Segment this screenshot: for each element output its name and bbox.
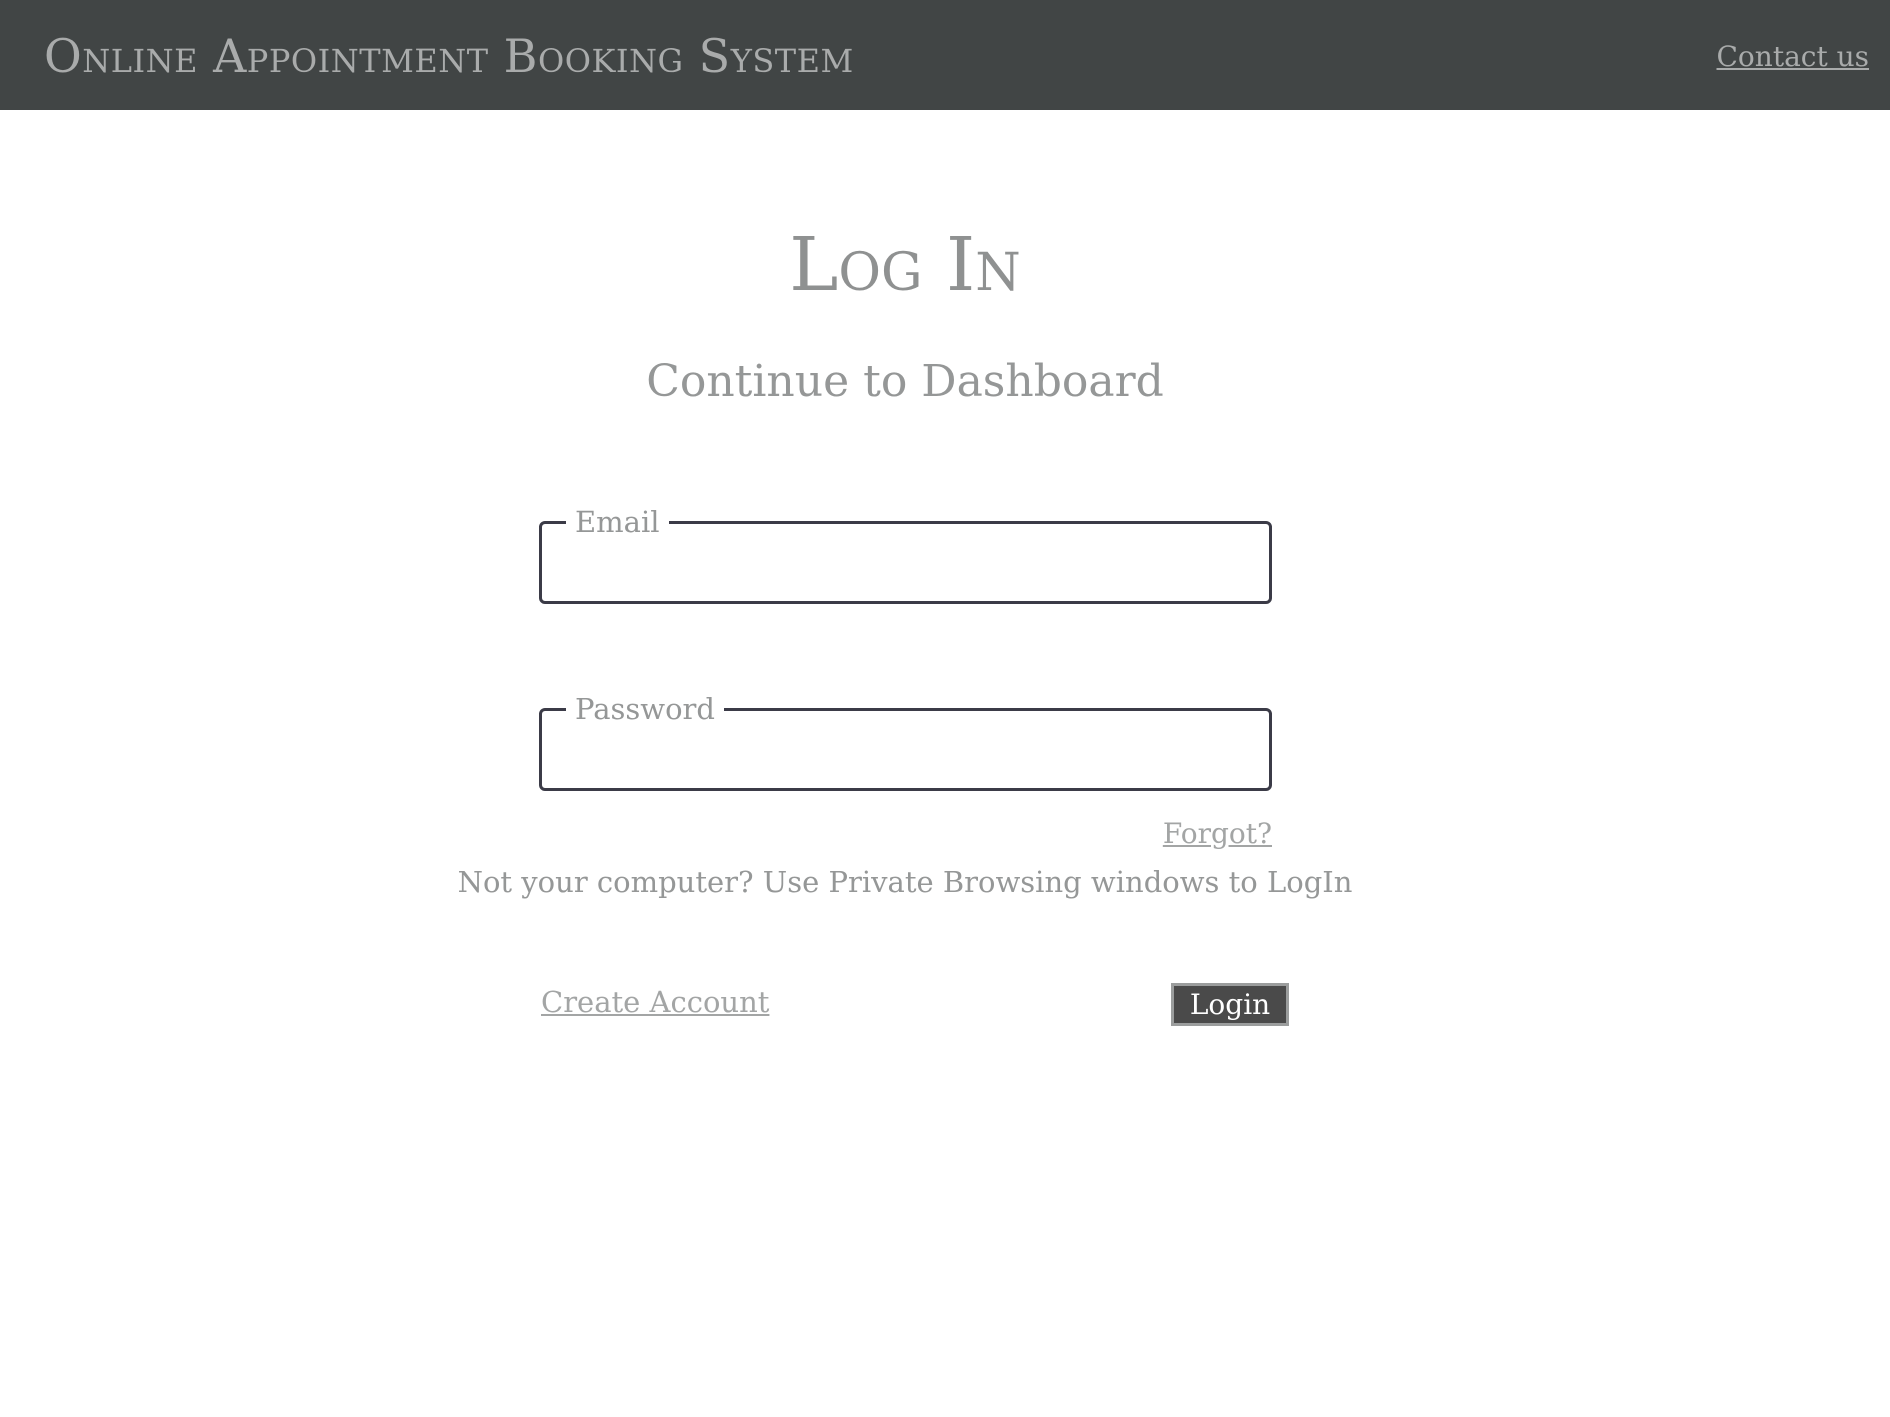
create-account-link[interactable]: Create Account xyxy=(541,984,769,1020)
page-subtitle: Continue to Dashboard xyxy=(646,356,1164,407)
email-field: Email xyxy=(539,505,1272,604)
app-title: Online Appointment Booking System xyxy=(44,29,854,83)
email-input[interactable] xyxy=(554,554,1258,600)
login-button[interactable]: Login xyxy=(1171,983,1289,1026)
private-browsing-notice: Not your computer? Use Private Browsing … xyxy=(457,865,1353,899)
password-input[interactable] xyxy=(554,741,1258,787)
page-title: Log In xyxy=(789,222,1021,308)
forgot-password-link[interactable]: Forgot? xyxy=(1163,817,1272,851)
password-field: Password xyxy=(539,692,1272,791)
password-label: Password xyxy=(575,692,715,726)
email-label: Email xyxy=(575,505,660,539)
top-header: Online Appointment Booking System Contac… xyxy=(0,0,1890,110)
contact-us-link[interactable]: Contact us xyxy=(1717,40,1870,74)
